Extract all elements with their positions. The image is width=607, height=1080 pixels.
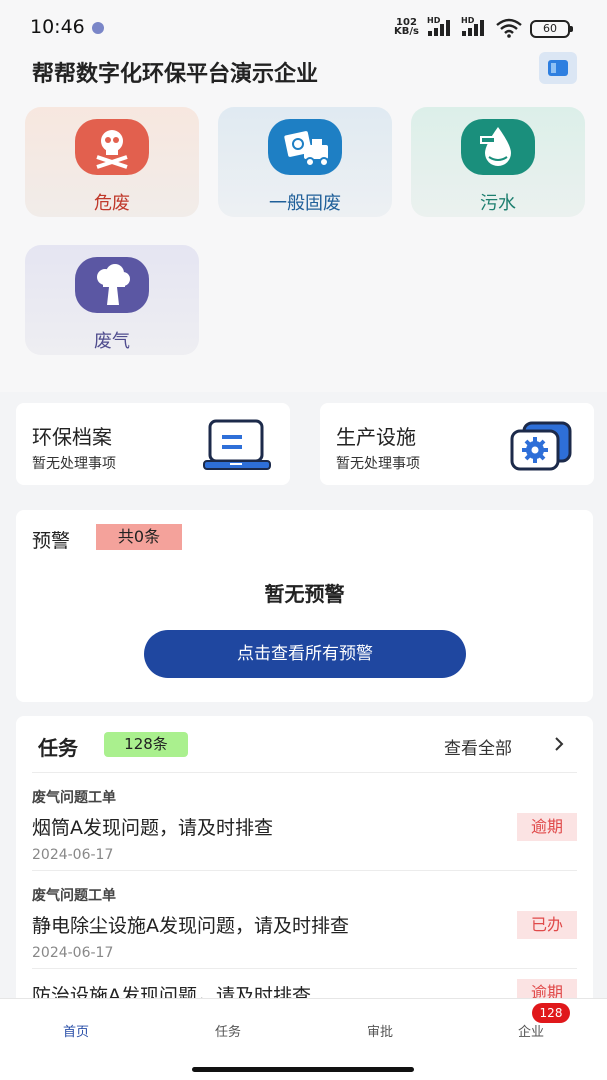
signal-strength-icon-2 (462, 20, 488, 36)
skull-crossbones-icon (75, 119, 149, 175)
notification-dot-icon (92, 22, 104, 34)
nav-approval[interactable]: 审批 (330, 1021, 430, 1040)
category-waste-gas[interactable]: 废气 (25, 245, 199, 355)
chevron-right-icon[interactable] (552, 736, 566, 752)
laptop-document-icon (203, 419, 271, 470)
quick-panel-subtitle: 暂无处理事项 (32, 456, 116, 472)
home-indicator[interactable] (192, 1067, 414, 1072)
task-status-badge: 已办 (517, 911, 577, 939)
network-speed: 102 KB/s (394, 18, 419, 37)
category-general-solid-waste[interactable]: 一般固废 (218, 107, 392, 217)
environmental-archive-panel[interactable]: 环保档案 暂无处理事项 (16, 403, 290, 485)
view-all-tasks-link[interactable]: 查看全部 (444, 734, 512, 759)
quick-panel-subtitle: 暂无处理事项 (336, 456, 420, 472)
header: 帮帮数字化环保平台演示企业 危废 一般固废 污水 废气 (0, 50, 607, 392)
category-label: 污水 (480, 193, 516, 214)
category-label: 一般固废 (269, 193, 341, 214)
gear-folder-icon (510, 421, 572, 471)
task-type: 废气问题工单 (32, 888, 116, 904)
task-title: 烟筒A发现问题，请及时排查 (32, 817, 273, 839)
nav-enterprise[interactable]: 企业 (481, 1021, 581, 1040)
app-switch-icon (548, 60, 568, 76)
warning-section: 预警 共0条 暂无预警 点击查看所有预警 (16, 510, 593, 702)
company-title: 帮帮数字化环保平台演示企业 (32, 62, 319, 87)
production-facility-panel[interactable]: 生产设施 暂无处理事项 (320, 403, 594, 485)
quick-panel-title: 生产设施 (336, 425, 416, 449)
task-date: 2024-06-17 (32, 847, 114, 863)
view-all-warnings-button[interactable]: 点击查看所有预警 (144, 630, 466, 678)
tasks-title: 任务 (38, 736, 78, 760)
task-status-badge: 逾期 (517, 813, 577, 841)
tasks-count-badge: 128条 (104, 732, 188, 757)
water-drop-icon (461, 119, 535, 175)
task-date: 2024-06-17 (32, 945, 114, 961)
wifi-icon (496, 18, 522, 38)
category-label: 废气 (94, 331, 130, 352)
signal-strength-icon (428, 20, 454, 36)
nav-enterprise-badge: 128 (532, 1003, 570, 1023)
category-wastewater[interactable]: 污水 (411, 107, 585, 217)
warning-empty-text: 暂无预警 (264, 582, 345, 606)
recycle-truck-icon (268, 119, 342, 175)
category-hazardous-waste[interactable]: 危废 (25, 107, 199, 217)
tasks-section: 任务 128条 查看全部 废气问题工单 烟筒A发现问题，请及时排查 2024-0… (16, 716, 593, 1006)
bottom-nav: 首页 任务 审批 企业 128 (0, 998, 607, 1080)
network-speed-unit: KB/s (394, 26, 419, 37)
nav-home[interactable]: 首页 (26, 1021, 126, 1040)
status-time: 10:46 (30, 16, 85, 38)
app-switch-button[interactable] (539, 52, 577, 84)
task-list-item[interactable]: 废气问题工单 烟筒A发现问题，请及时排查 2024-06-17 逾期 (32, 772, 577, 870)
warning-count-badge: 共0条 (96, 524, 182, 550)
warning-title: 预警 (32, 530, 71, 552)
quick-panel-title: 环保档案 (32, 425, 112, 449)
task-list-item[interactable]: 废气问题工单 静电除尘设施A发现问题，请及时排查 2024-06-17 已办 (32, 870, 577, 968)
battery-icon: 60 (530, 20, 573, 38)
smoke-stack-icon (75, 257, 149, 313)
nav-tasks[interactable]: 任务 (178, 1021, 278, 1040)
task-type: 废气问题工单 (32, 790, 116, 806)
status-bar: 10:46 102 KB/s HD HD 60 (0, 0, 607, 50)
task-title: 静电除尘设施A发现问题，请及时排查 (32, 915, 349, 937)
category-label: 危废 (94, 193, 130, 214)
